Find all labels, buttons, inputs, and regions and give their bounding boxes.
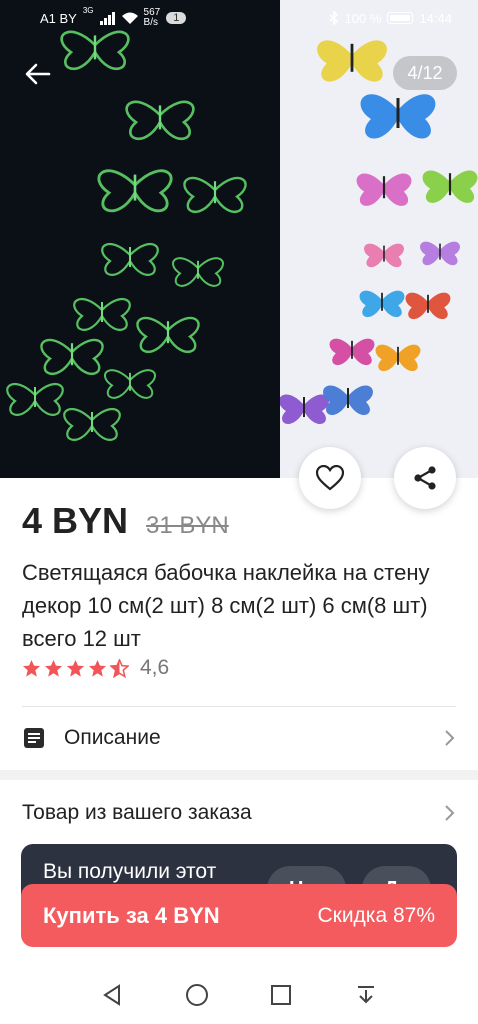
buy-button[interactable]: Купить за 4 BYN Скидка 87% xyxy=(21,884,457,947)
image-counter: 4/12 xyxy=(393,56,457,90)
signal-icon xyxy=(99,11,115,25)
favorite-button[interactable] xyxy=(299,447,361,509)
old-price: 31 BYN xyxy=(146,512,229,539)
share-icon xyxy=(414,466,436,490)
price-row: 4 BYN 31 BYN xyxy=(22,500,229,542)
nav-recents-button[interactable] xyxy=(261,975,301,1015)
status-bar: A1 BY 3G 567 B/s 1 100 % 14:44 xyxy=(0,0,478,36)
wifi-icon xyxy=(121,12,138,24)
chevron-right-icon xyxy=(445,805,455,821)
description-label: Описание xyxy=(64,726,161,749)
review-prompt-text: Вы получили этот xyxy=(43,860,217,883)
divider xyxy=(22,706,456,707)
heart-icon xyxy=(316,465,344,491)
order-item-label: Товар из вашего заказа xyxy=(22,801,252,824)
nav-back-button[interactable] xyxy=(92,975,132,1015)
notification-badge: 1 xyxy=(166,12,187,24)
back-button[interactable] xyxy=(20,56,56,92)
rating-value: 4,6 xyxy=(140,656,170,679)
battery-percent: 100 % xyxy=(344,10,382,26)
star-icon xyxy=(22,659,41,677)
current-price: 4 BYN xyxy=(22,500,129,541)
section-separator xyxy=(0,770,478,780)
network-type: 3G xyxy=(82,6,94,15)
product-title: Светящаяся бабочка наклейка на стену дек… xyxy=(22,560,430,651)
clock: 14:44 xyxy=(419,10,452,26)
chevron-right-icon xyxy=(445,730,455,746)
document-icon xyxy=(24,728,44,748)
star-icon xyxy=(44,659,63,677)
square-recents-icon xyxy=(271,985,292,1005)
order-item-row[interactable]: Товар из вашего заказа xyxy=(22,794,456,832)
system-nav-bar xyxy=(0,966,478,1024)
star-icon xyxy=(66,659,85,677)
arrow-left-icon xyxy=(25,63,51,85)
pull-down-icon xyxy=(357,986,374,1004)
description-row[interactable]: Описание xyxy=(22,718,456,758)
nav-notifications-button[interactable] xyxy=(346,975,386,1015)
net-speed-unit: B/s xyxy=(143,17,158,28)
share-button[interactable] xyxy=(394,447,456,509)
triangle-back-icon xyxy=(103,984,121,1006)
half-star-icon xyxy=(110,658,129,678)
battery-icon xyxy=(387,12,414,24)
nav-home-button[interactable] xyxy=(177,975,217,1015)
circle-home-icon xyxy=(185,984,208,1006)
net-speed: 567 B/s xyxy=(144,8,161,28)
discount-label: Скидка 87% xyxy=(317,903,435,927)
star-icon xyxy=(88,659,107,677)
buy-label: Купить за 4 BYN xyxy=(43,902,220,928)
bluetooth-icon xyxy=(329,11,338,25)
carrier-label: A1 BY xyxy=(40,10,77,26)
rating[interactable]: 4,6 xyxy=(22,656,169,680)
